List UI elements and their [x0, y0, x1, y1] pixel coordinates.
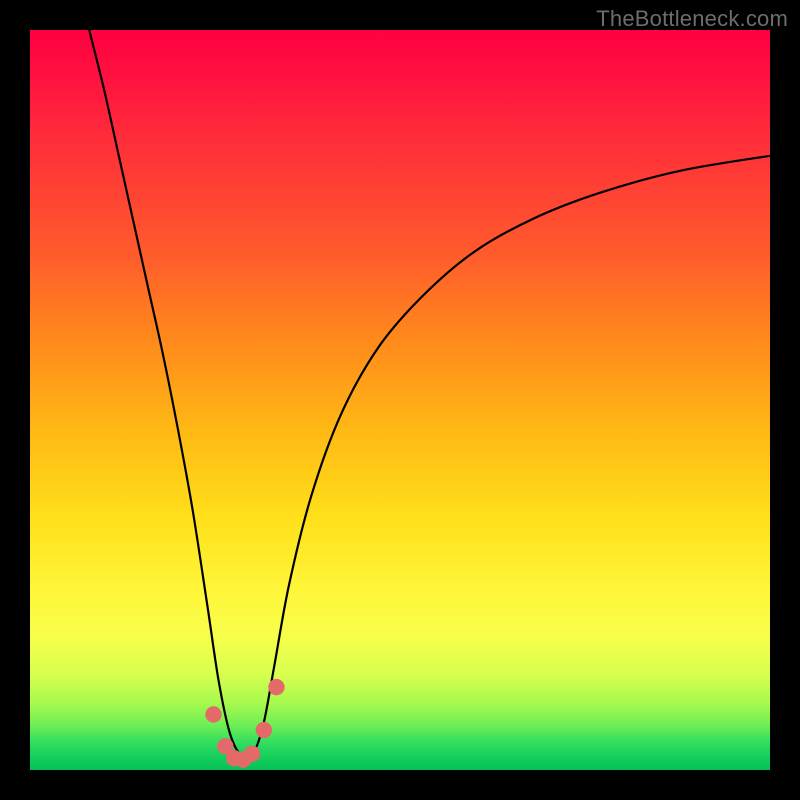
curve-marker: [268, 679, 284, 695]
curve-marker: [205, 706, 221, 722]
chart-area: [30, 30, 770, 770]
bottleneck-curve-svg: [30, 30, 770, 770]
bottleneck-curve-path: [89, 30, 770, 758]
curve-markers: [205, 679, 284, 768]
watermark-text: TheBottleneck.com: [596, 6, 788, 32]
curve-marker: [256, 722, 272, 738]
curve-marker: [244, 746, 260, 762]
